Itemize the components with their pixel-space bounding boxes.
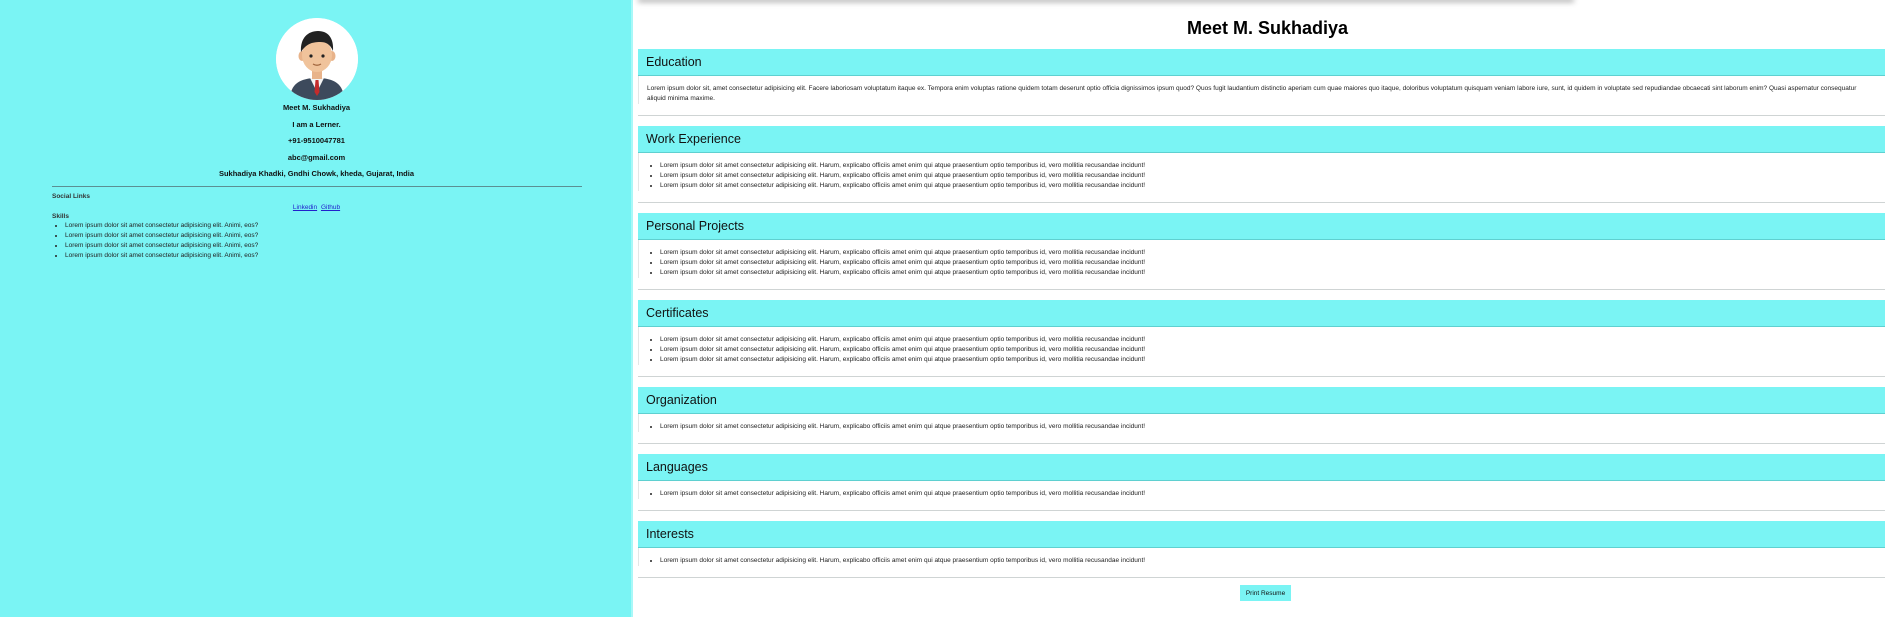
section-certificates: Certificates Lorem ipsum dolor sit amet … — [638, 300, 1885, 377]
list-item: Lorem ipsum dolor sit amet consectetur a… — [660, 268, 1877, 278]
list-item: Lorem ipsum dolor sit amet consectetur a… — [660, 489, 1877, 499]
profile-name: Meet M. Sukhadiya — [282, 103, 351, 112]
section-body: Lorem ipsum dolor sit, amet consectetur … — [638, 76, 1885, 104]
profile-address: Sukhadiya Khadki, Gndhi Chowk, kheda, Gu… — [218, 169, 415, 178]
section-personal-projects: Personal Projects Lorem ipsum dolor sit … — [638, 213, 1885, 290]
list-item: Lorem ipsum dolor sit amet consectetur a… — [660, 355, 1877, 365]
resume-main: Meet M. Sukhadiya Education Lorem ipsum … — [638, 0, 1897, 617]
section-body: Lorem ipsum dolor sit amet consectetur a… — [638, 481, 1885, 499]
github-link[interactable]: Github — [321, 204, 340, 211]
section-heading: Education — [638, 49, 1885, 76]
list-item: Lorem ipsum dolor sit amet consectetur a… — [660, 335, 1877, 345]
section-heading: Work Experience — [638, 126, 1885, 153]
education-text: Lorem ipsum dolor sit, amet consectetur … — [647, 85, 1857, 102]
linkedin-link[interactable]: Linkedin — [293, 204, 317, 211]
section-work-experience: Work Experience Lorem ipsum dolor sit am… — [638, 126, 1885, 203]
skill-item: Lorem ipsum dolor sit amet consectetur a… — [65, 221, 258, 231]
avatar — [276, 18, 358, 100]
sidebar-divider — [52, 186, 582, 187]
skill-item: Lorem ipsum dolor sit amet consectetur a… — [65, 231, 258, 241]
section-heading: Certificates — [638, 300, 1885, 327]
section-interests: Interests Lorem ipsum dolor sit amet con… — [638, 521, 1885, 578]
print-resume-button[interactable]: Print Resume — [1240, 585, 1291, 601]
section-heading: Organization — [638, 387, 1885, 414]
section-education: Education Lorem ipsum dolor sit, amet co… — [638, 49, 1885, 116]
user-avatar-icon — [276, 18, 358, 100]
section-body: Lorem ipsum dolor sit amet consectetur a… — [638, 414, 1885, 432]
list-item: Lorem ipsum dolor sit amet consectetur a… — [660, 248, 1877, 258]
section-body: Lorem ipsum dolor sit amet consectetur a… — [638, 327, 1885, 365]
list-item: Lorem ipsum dolor sit amet consectetur a… — [660, 181, 1877, 191]
skills-heading: Skills — [52, 213, 69, 220]
list-item: Lorem ipsum dolor sit amet consectetur a… — [660, 161, 1877, 171]
list-item: Lorem ipsum dolor sit amet consectetur a… — [660, 345, 1877, 355]
social-links: Linkedin Github — [0, 204, 633, 211]
section-heading: Personal Projects — [638, 213, 1885, 240]
section-body: Lorem ipsum dolor sit amet consectetur a… — [638, 240, 1885, 278]
section-languages: Languages Lorem ipsum dolor sit amet con… — [638, 454, 1885, 511]
list-item: Lorem ipsum dolor sit amet consectetur a… — [660, 258, 1877, 268]
list-item: Lorem ipsum dolor sit amet consectetur a… — [660, 422, 1877, 432]
profile-sidebar: Meet M. Sukhadiya I am a Lerner. +91-951… — [0, 0, 633, 617]
profile-email: abc@gmail.com — [287, 153, 346, 162]
section-body: Lorem ipsum dolor sit amet consectetur a… — [638, 548, 1885, 566]
skills-list: Lorem ipsum dolor sit amet consectetur a… — [52, 221, 258, 261]
profile-phone: +91-9510047781 — [288, 136, 345, 145]
social-links-heading: Social Links — [52, 193, 90, 200]
list-item: Lorem ipsum dolor sit amet consectetur a… — [660, 556, 1877, 566]
skill-item: Lorem ipsum dolor sit amet consectetur a… — [65, 241, 258, 251]
section-heading: Interests — [638, 521, 1885, 548]
list-item: Lorem ipsum dolor sit amet consectetur a… — [660, 171, 1877, 181]
section-heading: Languages — [638, 454, 1885, 481]
section-body: Lorem ipsum dolor sit amet consectetur a… — [638, 153, 1885, 191]
skill-item: Lorem ipsum dolor sit amet consectetur a… — [65, 251, 258, 261]
profile-tagline: I am a Lerner. — [292, 120, 341, 129]
resume-title: Meet M. Sukhadiya — [1186, 18, 1349, 38]
section-organization: Organization Lorem ipsum dolor sit amet … — [638, 387, 1885, 444]
